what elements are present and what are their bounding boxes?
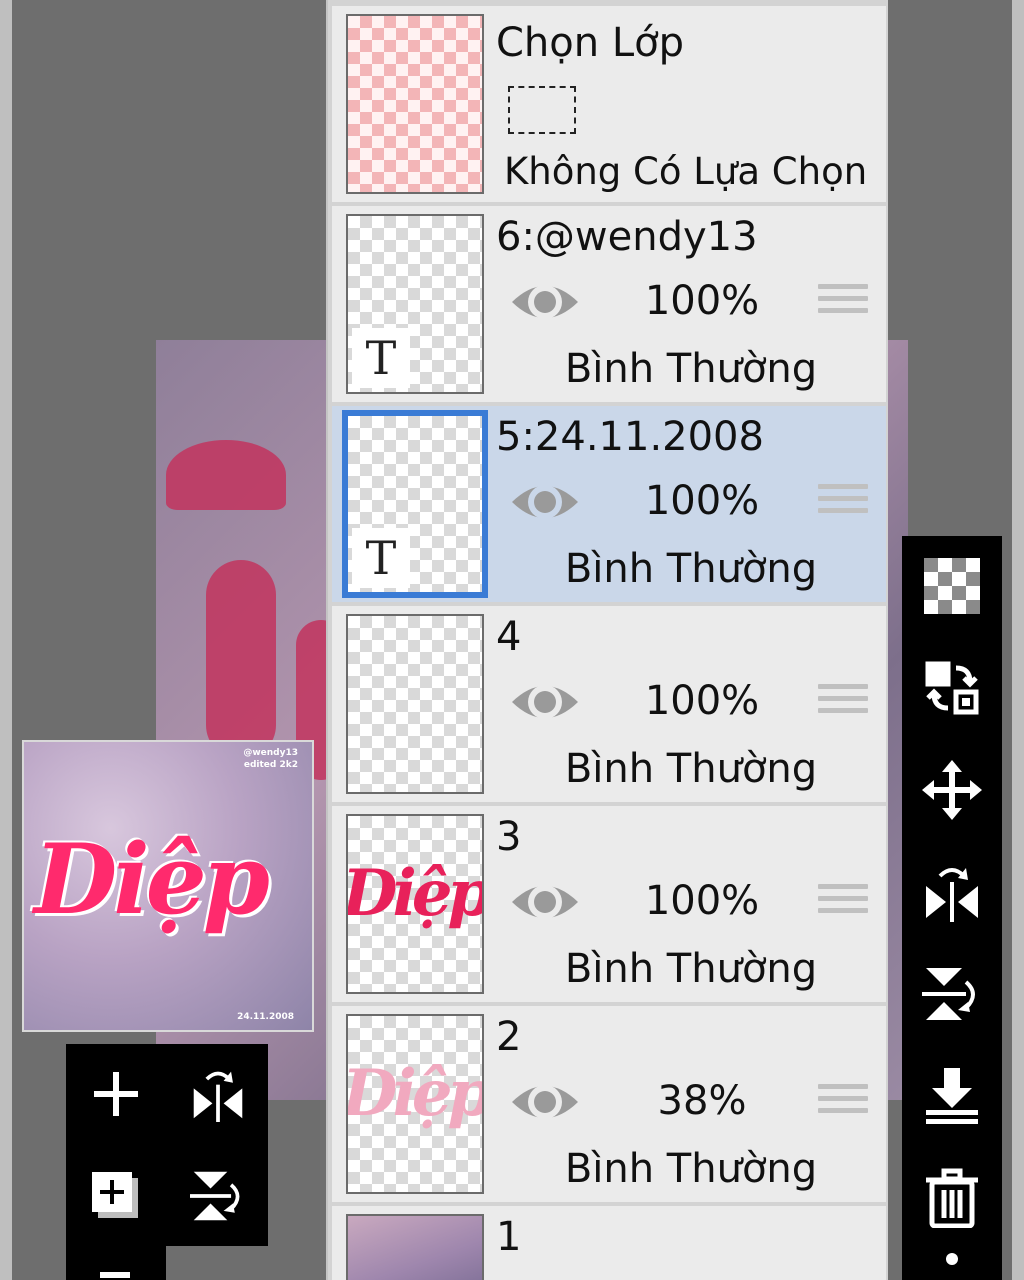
layer-thumbnail: T xyxy=(346,214,484,394)
text-layer-icon: T xyxy=(352,528,410,588)
flip-vertical-icon[interactable] xyxy=(920,962,984,1026)
more-icon[interactable] xyxy=(920,1250,984,1280)
blend-mode[interactable]: Bình Thường xyxy=(496,346,886,392)
text-layer-icon: T xyxy=(352,328,410,388)
window-edge-right xyxy=(1012,0,1024,1280)
drag-handle-icon[interactable] xyxy=(818,884,868,924)
layer-row[interactable]: T 6:@wendy13 100% Bình Thường xyxy=(332,206,886,402)
merge-down-icon[interactable] xyxy=(920,1064,984,1128)
layer-name: 5:24.11.2008 xyxy=(496,414,764,460)
layer-row[interactable]: 1 xyxy=(332,1206,886,1280)
visibility-eye-icon[interactable] xyxy=(510,1076,580,1128)
add-layer-copy-icon[interactable] xyxy=(84,1164,148,1228)
preview-tag-1: @wendy13 xyxy=(243,748,298,758)
flip-layer-vertical-icon[interactable] xyxy=(186,1164,250,1228)
layer-row[interactable]: Diệp 2 38% Bình Thường xyxy=(332,1006,886,1202)
layer-add-toolbar xyxy=(66,1044,268,1246)
layer-opacity[interactable]: 38% xyxy=(622,1078,782,1124)
layer-art-preview: Diệp xyxy=(346,856,484,931)
layer-row[interactable]: Diệp 3 100% Bình Thường xyxy=(332,806,886,1002)
selection-status: Không Có Lựa Chọn xyxy=(504,150,868,193)
drag-handle-icon[interactable] xyxy=(818,1084,868,1124)
delete-layer-icon[interactable] xyxy=(920,1166,984,1230)
flip-layer-horizontal-icon[interactable] xyxy=(186,1062,250,1126)
layer-name: 2 xyxy=(496,1014,522,1060)
marquee-select-icon xyxy=(508,86,576,134)
selection-title: Chọn Lớp xyxy=(496,20,684,66)
layer-row-selected[interactable]: T 5:24.11.2008 100% Bình Thường xyxy=(332,406,886,602)
layer-opacity[interactable]: 100% xyxy=(622,878,782,924)
visibility-eye-icon[interactable] xyxy=(510,676,580,728)
blend-mode[interactable]: Bình Thường xyxy=(496,746,886,792)
layer-name: 4 xyxy=(496,614,522,660)
layer-add-toolbar-extension xyxy=(66,1244,166,1280)
layer-name: 6:@wendy13 xyxy=(496,214,758,260)
blend-mode[interactable]: Bình Thường xyxy=(496,546,886,592)
layer-thumbnail xyxy=(346,1214,484,1280)
drag-handle-icon[interactable] xyxy=(818,684,868,724)
canvas-preview: @wendy13 edited 2k2 Diệp 24.11.2008 xyxy=(22,740,314,1032)
visibility-eye-icon[interactable] xyxy=(510,276,580,328)
window-edge-left xyxy=(0,0,12,1280)
preview-date: 24.11.2008 xyxy=(237,1012,294,1022)
remove-layer-icon[interactable] xyxy=(100,1272,130,1278)
blend-mode[interactable]: Bình Thường xyxy=(496,1146,886,1192)
preview-tag-2: edited 2k2 xyxy=(243,760,298,770)
transparency-checker-icon[interactable] xyxy=(920,554,984,618)
drag-handle-icon[interactable] xyxy=(818,484,868,524)
layer-art-preview: Diệp xyxy=(346,1056,484,1131)
layer-panel: Chọn Lớp Không Có Lựa Chọn T 6:@wendy13 … xyxy=(326,0,888,1280)
copy-merge-icon[interactable] xyxy=(920,656,984,720)
layer-thumbnail: Diệp xyxy=(346,814,484,994)
selection-thumbnail xyxy=(346,14,484,194)
layer-name: 3 xyxy=(496,814,522,860)
layer-opacity[interactable]: 100% xyxy=(622,478,782,524)
layer-opacity[interactable]: 100% xyxy=(622,278,782,324)
selection-layer-row[interactable]: Chọn Lớp Không Có Lựa Chọn xyxy=(332,6,886,202)
layer-thumbnail xyxy=(346,614,484,794)
layer-tools-toolbar xyxy=(902,536,1002,1280)
layer-opacity[interactable]: 100% xyxy=(622,678,782,724)
preview-artwork-text: Diệp xyxy=(34,823,270,936)
add-layer-icon[interactable] xyxy=(84,1062,148,1126)
layer-name: 1 xyxy=(496,1214,522,1260)
layer-thumbnail: T xyxy=(342,410,488,598)
blend-mode[interactable]: Bình Thường xyxy=(496,946,886,992)
move-icon[interactable] xyxy=(920,758,984,822)
visibility-eye-icon[interactable] xyxy=(510,876,580,928)
drag-handle-icon[interactable] xyxy=(818,284,868,324)
layer-row[interactable]: 4 100% Bình Thường xyxy=(332,606,886,802)
visibility-eye-icon[interactable] xyxy=(510,476,580,528)
flip-horizontal-icon[interactable] xyxy=(920,860,984,924)
layer-thumbnail: Diệp xyxy=(346,1014,484,1194)
